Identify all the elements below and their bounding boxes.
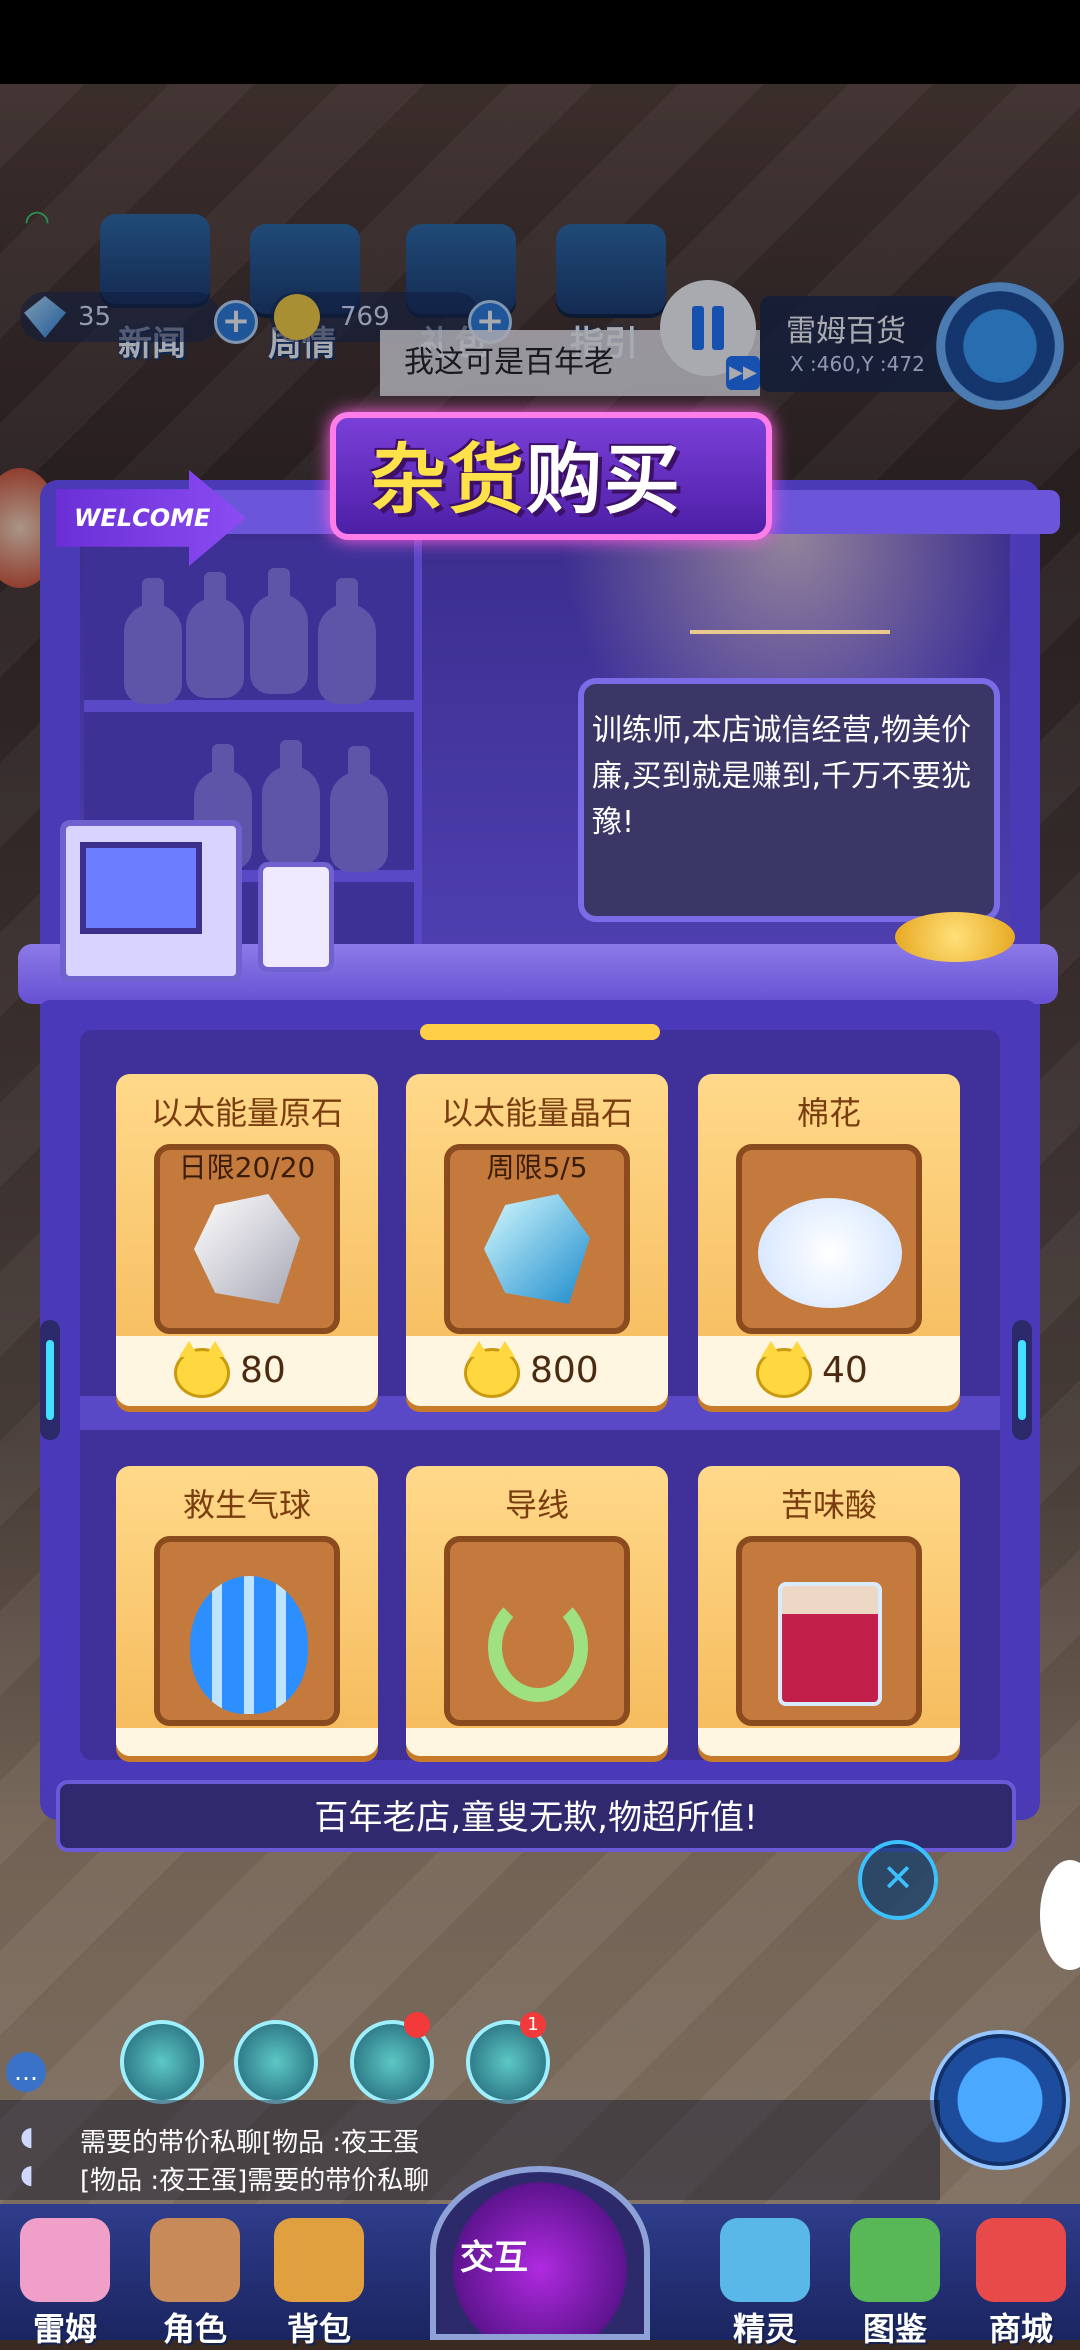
nav-item-bag[interactable]: 背包 [264, 2208, 374, 2348]
shop-title-part1: 杂货 [370, 435, 526, 524]
wire-icon [488, 1592, 588, 1702]
speaker-icon: ◖ [20, 2122, 34, 2152]
shop-item-card[interactable]: 苦味酸 [698, 1466, 960, 1756]
beaker-icon [778, 1582, 882, 1706]
notification-dot [404, 2012, 430, 2038]
price-row [698, 1728, 960, 1756]
leimu-icon [20, 2218, 110, 2302]
sign-hanger [690, 630, 890, 684]
item-limit: 周限5/5 [486, 1151, 588, 1184]
item-limit: 日限20/20 [178, 1151, 316, 1184]
nav-item-sprite[interactable]: 精灵 [710, 2208, 820, 2348]
bell-badge: 1 [520, 2012, 546, 2038]
item-name: 棉花 [796, 1094, 861, 1132]
nav-item-role[interactable]: 角色 [140, 2208, 250, 2348]
shop-title-part2: 购买 [526, 435, 682, 524]
left-handle [40, 1320, 60, 1440]
bottle-icon [124, 578, 182, 704]
shop-item-card[interactable]: 导线 [406, 1466, 668, 1756]
close-button[interactable]: ✕ [858, 1840, 938, 1920]
chat-line: [物品 :夜王蛋]需要的带价私聊 [80, 2166, 430, 2196]
price-row [116, 1728, 378, 1756]
item-name: 导线 [504, 1486, 569, 1524]
shop-item-card[interactable]: 救生气球 [116, 1466, 378, 1756]
shop-item-card[interactable]: 以太能量晶石 周限5/5 800 [406, 1074, 668, 1406]
bottle-icon [330, 746, 388, 872]
item-name: 以太能量原石 [150, 1094, 343, 1132]
bottle-icon [250, 568, 308, 694]
chat-bubble-icon[interactable]: … [6, 2052, 46, 2092]
cotton-icon [758, 1198, 902, 1308]
register-screen [80, 842, 202, 934]
item-name: 救生气球 [182, 1486, 311, 1524]
price-row [406, 1728, 668, 1756]
bottle-icon [186, 572, 244, 698]
nav-label: 雷姆 [32, 2310, 97, 2348]
codex-icon [850, 2218, 940, 2302]
nav-item-codex[interactable]: 图鉴 [840, 2208, 950, 2348]
bottle-icon [318, 578, 376, 704]
nav-label: 角色 [162, 2310, 227, 2348]
grid-top-accent [420, 1024, 660, 1040]
item-name: 苦味酸 [780, 1486, 877, 1524]
shop-title: 杂货购买 [370, 418, 682, 528]
shopkeeper-speech: 训练师,本店诚信经营,物美价廉,买到就是赚到,千万不要犹豫! [592, 713, 972, 840]
nav-item-mall[interactable]: 商城 [966, 2208, 1076, 2348]
item-price: 40 [822, 1350, 868, 1391]
cat-coin-icon [756, 1341, 812, 1398]
speaker-icon: ◖ [20, 2160, 34, 2190]
sprite-icon [720, 2218, 810, 2302]
backpack-icon [274, 2218, 364, 2302]
item-price: 80 [240, 1350, 286, 1391]
status-bar [0, 0, 1080, 84]
cat-coin-icon [464, 1341, 520, 1398]
nav-label: 商城 [988, 2310, 1053, 2348]
bottle-icon [262, 740, 320, 866]
coin-pile-icon [895, 912, 1015, 962]
quick-action-icon[interactable] [120, 2020, 204, 2104]
right-handle [1012, 1320, 1032, 1440]
skill-button[interactable] [930, 2030, 1070, 2170]
cat-coin-icon [174, 1341, 230, 1398]
role-icon [150, 2218, 240, 2302]
mall-icon [976, 2218, 1066, 2302]
balloon-icon [190, 1576, 308, 1714]
card-reader-icon [258, 862, 334, 972]
item-name: 以太能量晶石 [440, 1094, 633, 1132]
interact-label: 交互 [460, 2238, 528, 2278]
nav-label: 图鉴 [862, 2310, 927, 2348]
shop-slogan: 百年老店,童叟无欺,物超所值! [314, 1798, 758, 1838]
nav-label: 精灵 [732, 2310, 797, 2348]
shop-item-card[interactable]: 棉花 40 [698, 1074, 960, 1406]
nav-label: 背包 [286, 2310, 351, 2348]
item-price: 800 [530, 1350, 599, 1391]
quick-action-icon[interactable] [234, 2020, 318, 2104]
shop-item-card[interactable]: 以太能量原石 日限20/20 80 [116, 1074, 378, 1406]
nav-item-leimu[interactable]: 雷姆 [10, 2208, 120, 2348]
chat-line: 需要的带价私聊[物品 :夜王蛋 [80, 2128, 420, 2158]
